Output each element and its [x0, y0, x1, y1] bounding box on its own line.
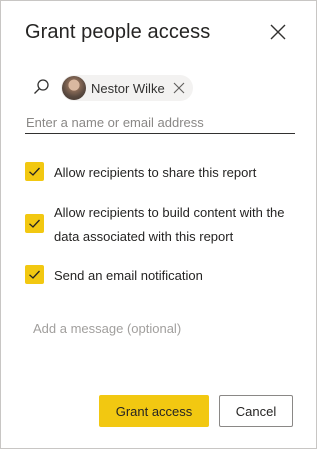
cancel-button[interactable]: Cancel: [219, 395, 293, 427]
option-label: Allow recipients to build content with t…: [54, 205, 285, 244]
message-field[interactable]: [25, 315, 309, 343]
recipient-search-input[interactable]: [25, 111, 295, 134]
dialog-title: Grant people access: [25, 21, 211, 43]
option-label: Allow recipients to share this report: [54, 165, 257, 180]
close-icon[interactable]: [267, 21, 289, 43]
checkbox-share-report[interactable]: [25, 162, 44, 181]
grant-access-button[interactable]: Grant access: [99, 395, 209, 427]
option-build-content[interactable]: Allow recipients to build content with t…: [25, 201, 295, 249]
grant-access-dialog: Grant people access Nestor Wilke Enter a…: [0, 0, 317, 449]
remove-person-icon[interactable]: [173, 82, 185, 94]
option-share-report[interactable]: Allow recipients to share this report: [25, 161, 295, 185]
recipients-row: Nestor Wilke: [25, 75, 293, 103]
avatar: [62, 76, 86, 100]
checkbox-email-notification[interactable]: [25, 265, 44, 284]
option-email-notification[interactable]: Send an email notification: [25, 264, 295, 288]
person-chip[interactable]: Nestor Wilke: [61, 75, 193, 101]
checkbox-build-content[interactable]: [25, 214, 44, 233]
person-name: Nestor Wilke: [91, 80, 165, 96]
search-icon: [31, 77, 51, 97]
option-label: Send an email notification: [54, 268, 203, 283]
